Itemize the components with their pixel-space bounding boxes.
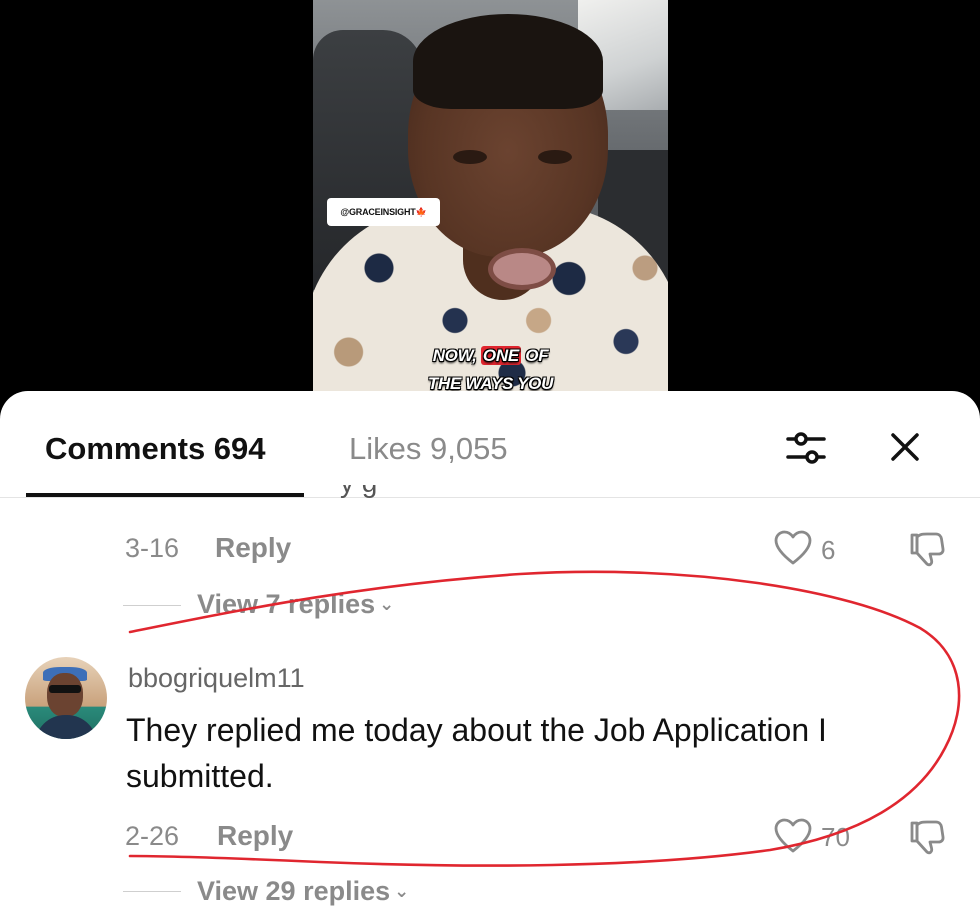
left-eye — [453, 150, 487, 164]
chevron-down-icon: ⌄ — [394, 881, 410, 901]
view-replies-label: View 29 replies — [197, 876, 391, 906]
comment-username[interactable]: bbogriquelm11 — [128, 663, 305, 694]
mouth — [488, 248, 556, 290]
comment-text: They replied me today about the Job Appl… — [126, 712, 827, 794]
replies-divider — [123, 605, 181, 606]
sheet-tabs: Comments 694 Likes 9,055 — [0, 391, 980, 498]
reply-button[interactable]: Reply — [215, 532, 291, 564]
replies-divider — [123, 891, 181, 892]
heart-outline-icon[interactable] — [774, 818, 812, 854]
comment-date: 3-16 — [125, 533, 180, 563]
comment-date: 2-26 — [125, 821, 180, 851]
view-replies-button[interactable]: View 29 replies ⌄ — [197, 876, 409, 906]
video-caption-line-1: NOW, ONE OF — [313, 346, 668, 366]
video-player[interactable]: @GRACEINSIGHT🍁 NOW, ONE OF THE WAYS YOU — [313, 0, 668, 400]
tab-comments[interactable]: Comments 694 — [45, 429, 266, 469]
tab-likes[interactable]: Likes 9,055 — [349, 429, 508, 469]
reply-button[interactable]: Reply — [217, 820, 293, 852]
watermark-text: @GRACEINSIGHT — [340, 207, 416, 217]
caption-post: OF — [520, 346, 549, 365]
heart-outline-icon[interactable] — [774, 530, 812, 566]
close-icon[interactable] — [882, 424, 928, 470]
filter-sliders-icon[interactable] — [782, 424, 830, 472]
truncated-comment-text: y g — [340, 485, 590, 499]
hair — [413, 14, 603, 109]
right-eye — [538, 150, 572, 164]
thumbs-down-outline-icon[interactable] — [906, 529, 946, 569]
thumbs-down-outline-icon[interactable] — [906, 817, 946, 857]
like-count: 6 — [821, 535, 836, 565]
chevron-down-icon: ⌄ — [379, 594, 395, 614]
active-tab-indicator — [26, 493, 304, 497]
caption-pre: NOW, — [432, 346, 481, 365]
comments-sheet: Comments 694 Likes 9,055 y g 3-16 Reply … — [0, 391, 980, 906]
caption-highlight: ONE — [480, 346, 521, 365]
view-replies-button[interactable]: View 7 replies ⌄ — [197, 589, 394, 620]
watermark-tag: @GRACEINSIGHT🍁 — [327, 198, 440, 226]
maple-leaf-icon: 🍁 — [415, 207, 427, 217]
avatar[interactable] — [25, 657, 107, 739]
screen: @GRACEINSIGHT🍁 NOW, ONE OF THE WAYS YOU … — [0, 0, 980, 906]
like-count: 70 — [821, 822, 850, 852]
view-replies-label: View 7 replies — [197, 589, 376, 619]
